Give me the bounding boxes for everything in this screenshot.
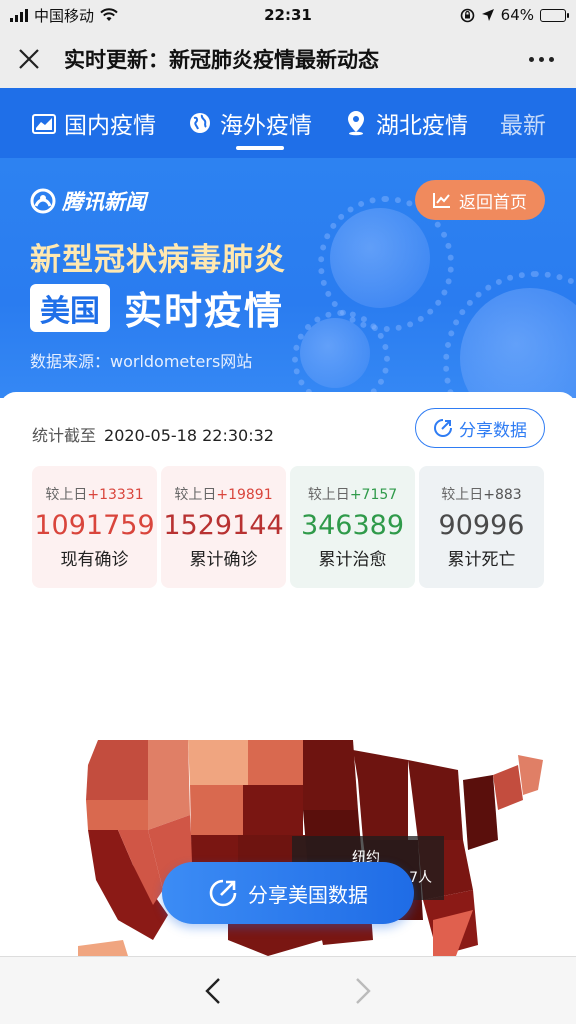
data-source: 数据来源：worldometers网站: [30, 352, 253, 371]
tab-domestic[interactable]: 国内疫情: [0, 88, 172, 158]
share-us-data-button[interactable]: 分享美国数据: [162, 862, 414, 924]
stat-current-confirmed[interactable]: 较上日+13331 1091759 现有确诊: [32, 466, 157, 588]
banner-subtitle-row: 美国 实时疫情: [30, 280, 284, 335]
more-button[interactable]: [506, 30, 576, 88]
state-region[interactable]: [78, 940, 128, 956]
lock-rotation-icon: [460, 8, 474, 22]
location-pin-icon: [344, 111, 368, 136]
stat-delta: 较上日+19891: [174, 487, 273, 503]
banner-title: 新型冠状病毒肺炎: [30, 242, 286, 278]
tencent-news-icon: [30, 188, 56, 214]
tab-label: 湖北疫情: [376, 113, 468, 139]
share-icon: [209, 879, 237, 907]
stat-total-confirmed[interactable]: 较上日+19891 1529144 累计确诊: [161, 466, 286, 588]
share-icon: [434, 419, 452, 437]
status-left: 中国移动: [10, 5, 118, 26]
state-region[interactable]: [190, 785, 243, 835]
stat-delta: 较上日+13331: [45, 487, 144, 503]
state-region[interactable]: [148, 740, 190, 830]
stat-delta: 较上日+883: [441, 487, 522, 503]
chevron-right-icon: [356, 977, 371, 1004]
virus-decoration: [291, 309, 391, 398]
state-region[interactable]: [243, 785, 303, 835]
stat-label: 现有确诊: [60, 550, 129, 570]
tab-label: 最新: [500, 113, 546, 139]
home-button[interactable]: 返回首页: [415, 180, 545, 220]
stat-total-deaths[interactable]: 较上日+883 90996 累计死亡: [419, 466, 544, 588]
nav-bar: 实时更新：新冠肺炎疫情最新动态: [0, 30, 576, 88]
battery-icon: [540, 8, 569, 22]
share-data-label: 分享数据: [459, 420, 527, 441]
brand-logo: 腾讯新闻: [30, 186, 146, 216]
bottom-toolbar: [0, 956, 576, 1024]
tab-label: 国内疫情: [64, 113, 156, 139]
stat-total-cured[interactable]: 较上日+7157 346389 累计治愈: [290, 466, 415, 588]
state-region[interactable]: [518, 755, 543, 795]
state-region[interactable]: [408, 760, 463, 840]
battery-percent: 64%: [500, 6, 534, 24]
tab-hubei[interactable]: 湖北疫情: [328, 88, 484, 158]
brand-name: 腾讯新闻: [62, 190, 146, 214]
stat-delta: 较上日+7157: [307, 487, 398, 503]
tab-latest[interactable]: 最新: [484, 88, 562, 158]
chart-icon: [433, 193, 450, 208]
banner: 腾讯新闻 返回首页 新型冠状病毒肺炎 美国 实时疫情 数据来源：worldome…: [0, 158, 576, 398]
state-region[interactable]: [493, 765, 523, 810]
carrier-name: 中国移动: [34, 6, 95, 25]
tab-bar: 国内疫情 海外疫情 湖北疫情 最新: [0, 88, 576, 158]
stat-time-label: 统计截至: [32, 426, 97, 445]
state-region[interactable]: [463, 775, 498, 850]
state-region[interactable]: [188, 740, 248, 785]
share-data-button[interactable]: 分享数据: [415, 408, 545, 448]
chart-icon: [32, 111, 56, 135]
page-title: 实时更新：新冠肺炎疫情最新动态: [64, 48, 379, 72]
stat-label: 累计死亡: [447, 550, 516, 570]
state-region[interactable]: [248, 740, 303, 785]
close-icon: [19, 49, 39, 69]
state-region[interactable]: [303, 740, 358, 810]
banner-subtitle: 实时疫情: [124, 289, 285, 333]
map-islands: [78, 940, 128, 956]
location-arrow-icon: [481, 9, 494, 21]
tab-overseas[interactable]: 海外疫情: [172, 88, 328, 158]
virus-decoration: [318, 196, 454, 332]
status-right: 64%: [460, 6, 569, 24]
state-region[interactable]: [353, 750, 408, 840]
stat-label: 累计确诊: [189, 550, 258, 570]
virus-decoration: [443, 271, 576, 398]
stats-grid: 较上日+13331 1091759 现有确诊 较上日+19891 1529144…: [32, 466, 544, 588]
home-button-label: 返回首页: [459, 192, 527, 213]
stat-value: 346389: [300, 510, 405, 541]
forward-button[interactable]: [343, 971, 383, 1011]
region-tag: 美国: [30, 283, 110, 332]
state-region[interactable]: [86, 740, 148, 800]
status-bar: 中国移动 22:31 64%: [0, 0, 576, 30]
stat-value: 1529144: [163, 510, 284, 541]
stat-value: 90996: [438, 510, 525, 541]
close-button[interactable]: [0, 30, 58, 88]
wifi-icon: [100, 8, 118, 21]
chevron-left-icon: [205, 977, 220, 1004]
stat-time-value: 2020-05-18 22:30:32: [104, 426, 274, 445]
state-region[interactable]: [86, 800, 148, 830]
stat-label: 累计治愈: [318, 550, 387, 570]
signal-icon: [10, 8, 28, 22]
tab-label: 海外疫情: [220, 113, 312, 139]
share-us-data-label: 分享美国数据: [248, 882, 368, 907]
globe-icon: [188, 111, 212, 135]
stat-timestamp: 统计截至 2020-05-18 22:30:32: [32, 422, 274, 446]
stat-value: 1091759: [34, 510, 155, 541]
back-button[interactable]: [193, 971, 233, 1011]
